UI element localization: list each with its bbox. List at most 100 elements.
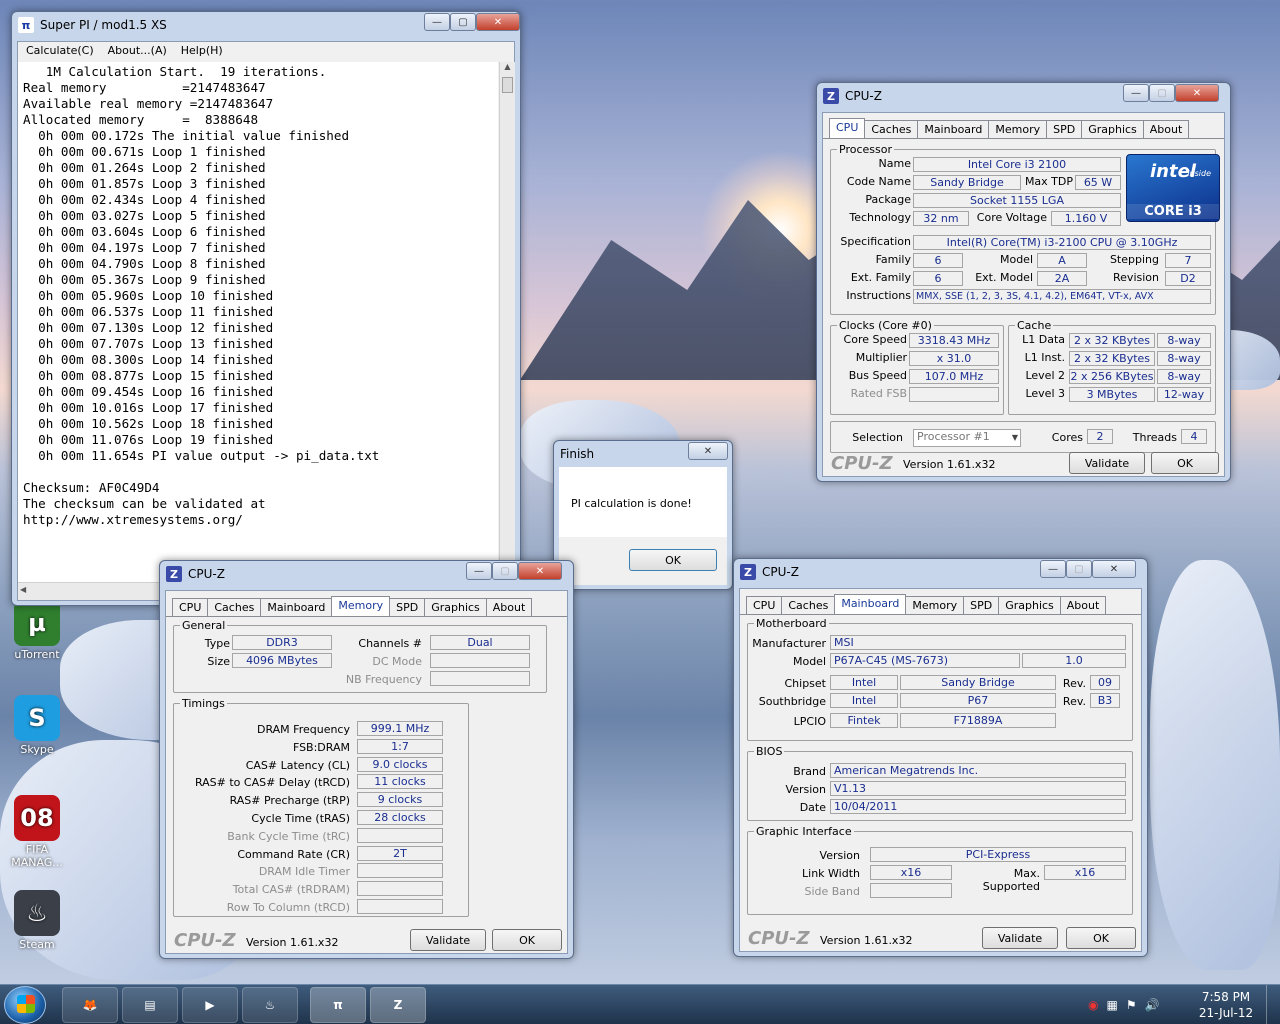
tab-about[interactable]: About <box>1142 120 1190 138</box>
output-line: 0h 00m 08.300s Loop 14 finished <box>23 352 274 367</box>
superpi-window[interactable]: π Super PI / mod1.5 XS — ▢ ✕ Calculate(C… <box>11 11 521 606</box>
ok-button[interactable]: OK <box>492 929 562 951</box>
tab-about[interactable]: About <box>485 598 533 616</box>
taskbar-steam[interactable]: ♨ <box>242 987 298 1023</box>
tab-caches[interactable]: Caches <box>207 598 262 616</box>
taskbar-superpi[interactable]: π <box>310 987 366 1023</box>
timing-value: 999.1 MHz <box>357 721 443 736</box>
model-value: P67A-C45 (MS-7673) <box>830 653 1020 668</box>
desktop-icon[interactable]: µ uTorrent <box>7 600 67 661</box>
tab-graphics[interactable]: Graphics <box>998 596 1061 614</box>
minimize-button[interactable]: — <box>1123 84 1149 102</box>
output-line: 0h 00m 00.671s Loop 1 finished <box>23 144 266 159</box>
output-line: Allocated memory = 8388648 <box>23 112 259 127</box>
codename-label: Code Name <box>846 175 911 188</box>
output-line: Available real memory =2147483647 <box>23 96 274 111</box>
clock[interactable]: 7:58 PM 21-Jul-12 <box>1196 989 1256 1021</box>
vertical-scrollbar[interactable]: ▲ <box>499 62 515 582</box>
close-button[interactable]: ✕ <box>476 13 520 31</box>
output-line: 0h 00m 02.434s Loop 4 finished <box>23 192 266 207</box>
output-line: 0h 00m 07.707s Loop 13 finished <box>23 336 274 351</box>
show-desktop-button[interactable] <box>1266 985 1280 1024</box>
taskbar-media[interactable]: ▶ <box>182 987 238 1023</box>
antivirus-icon[interactable]: ◉ <box>1088 998 1098 1012</box>
scroll-left-arrow[interactable]: ◀ <box>20 585 26 594</box>
validate-button[interactable]: Validate <box>982 927 1058 949</box>
max-supported-label: Max. Supported <box>982 867 1040 893</box>
tab-cpu[interactable]: CPU <box>172 598 209 616</box>
steam-icon: ♨ <box>14 890 60 936</box>
ok-button[interactable]: OK <box>629 549 717 571</box>
tab-mainboard[interactable]: Mainboard <box>834 594 907 614</box>
finish-message: PI calculation is done! <box>571 497 692 510</box>
tab-graphics[interactable]: Graphics <box>1081 120 1144 138</box>
window-title: CPU-Z <box>188 567 225 581</box>
finish-dialog[interactable]: Finish ✕ PI calculation is done! OK <box>553 440 733 590</box>
l1i-way-value: 8-way <box>1157 351 1211 366</box>
action-center-icon[interactable]: ⚑ <box>1126 998 1137 1012</box>
cpuz-memory-window[interactable]: Z CPU-Z — ▢ ✕ CPU Caches Mainboard Memory SP… <box>159 560 574 959</box>
output-line: 0h 00m 06.537s Loop 11 finished <box>23 304 274 319</box>
close-button[interactable]: ✕ <box>688 442 728 460</box>
desktop-icon[interactable]: S Skype <box>7 695 67 756</box>
close-button[interactable]: ✕ <box>1175 84 1219 102</box>
start-button[interactable] <box>4 986 46 1024</box>
validate-button[interactable]: Validate <box>410 929 486 951</box>
window-title: Finish <box>560 447 595 461</box>
tab-memory[interactable]: Memory <box>905 596 965 614</box>
scroll-thumb[interactable] <box>502 77 513 93</box>
maximize-button[interactable]: ▢ <box>450 13 476 31</box>
desktop-icon[interactable]: ♨ Steam <box>7 890 67 951</box>
extmodel-label: Ext. Model <box>975 271 1033 284</box>
tab-graphics[interactable]: Graphics <box>424 598 487 616</box>
tab-cpu[interactable]: CPU <box>829 118 866 138</box>
processor-select[interactable]: Processor #1 ▼ <box>913 429 1021 447</box>
busspeed-label: Bus Speed <box>848 369 907 382</box>
busspeed-value: 107.0 MHz <box>909 369 999 384</box>
maximize-button[interactable]: ▢ <box>1149 84 1175 102</box>
ok-button[interactable]: OK <box>1066 927 1136 949</box>
desktop-icon-label: uTorrent <box>14 648 60 661</box>
timing-label: Command Rate (CR) <box>237 847 350 861</box>
tab-mainboard[interactable]: Mainboard <box>917 120 990 138</box>
cpuz-mainboard-window[interactable]: Z CPU-Z — ▢ ✕ CPU Caches Mainboard Memory SP… <box>733 558 1148 957</box>
southbridge-label: Southbridge <box>758 695 826 708</box>
menu-item[interactable]: Calculate(C) <box>26 44 94 58</box>
system-tray: ◉ ▦ ⚑ 🔊 <box>1088 993 1188 1017</box>
minimize-button[interactable]: — <box>1040 560 1066 578</box>
timing-value <box>357 827 443 843</box>
scroll-up-arrow[interactable]: ▲ <box>500 62 515 76</box>
tab-memory[interactable]: Memory <box>331 596 391 616</box>
superpi-output[interactable]: 1M Calculation Start. 19 iterations. Real… <box>18 62 498 582</box>
minimize-button[interactable]: — <box>424 13 450 31</box>
desktop-icon[interactable]: 08 FIFA MANAG... <box>7 795 67 869</box>
volume-icon[interactable]: 🔊 <box>1145 998 1160 1012</box>
tab-memory[interactable]: Memory <box>988 120 1048 138</box>
tab-spd[interactable]: SPD <box>963 596 1000 614</box>
maximize-button[interactable]: ▢ <box>492 562 518 580</box>
tab-caches[interactable]: Caches <box>864 120 919 138</box>
menu-item[interactable]: Help(H) <box>181 44 223 58</box>
close-button[interactable]: ✕ <box>1092 560 1136 578</box>
tab-caches[interactable]: Caches <box>781 596 836 614</box>
validate-button[interactable]: Validate <box>1069 452 1145 474</box>
menu-item[interactable]: About...(A) <box>108 44 167 58</box>
tab-about[interactable]: About <box>1059 596 1107 614</box>
minimize-button[interactable]: — <box>466 562 492 580</box>
ok-button[interactable]: OK <box>1151 452 1219 474</box>
maximize-button[interactable]: ▢ <box>1066 560 1092 578</box>
cpuz-cpu-window[interactable]: Z CPU-Z — ▢ ✕ CPU Caches Mainboard Memory SP… <box>816 82 1231 482</box>
tab-spd[interactable]: SPD <box>389 598 426 616</box>
tab-mainboard[interactable]: Mainboard <box>260 598 333 616</box>
l1i-label: L1 Inst. <box>1024 351 1065 364</box>
tab-spd[interactable]: SPD <box>1046 120 1083 138</box>
taskbar-firefox[interactable]: 🦊 <box>62 987 118 1023</box>
taskbar-cpuz[interactable]: Z <box>370 987 426 1023</box>
cpuz-body: CPU Caches Mainboard Memory SPD Graphics About… <box>739 588 1142 952</box>
close-button[interactable]: ✕ <box>518 562 562 580</box>
superpi-menubar: Calculate(C) About...(A) Help(H) <box>18 42 514 60</box>
network-icon[interactable]: ▦ <box>1106 998 1117 1012</box>
corespeed-value: 3318.43 MHz <box>909 333 999 348</box>
tab-cpu[interactable]: CPU <box>746 596 783 614</box>
taskbar-explorer[interactable]: ▤ <box>122 987 178 1023</box>
